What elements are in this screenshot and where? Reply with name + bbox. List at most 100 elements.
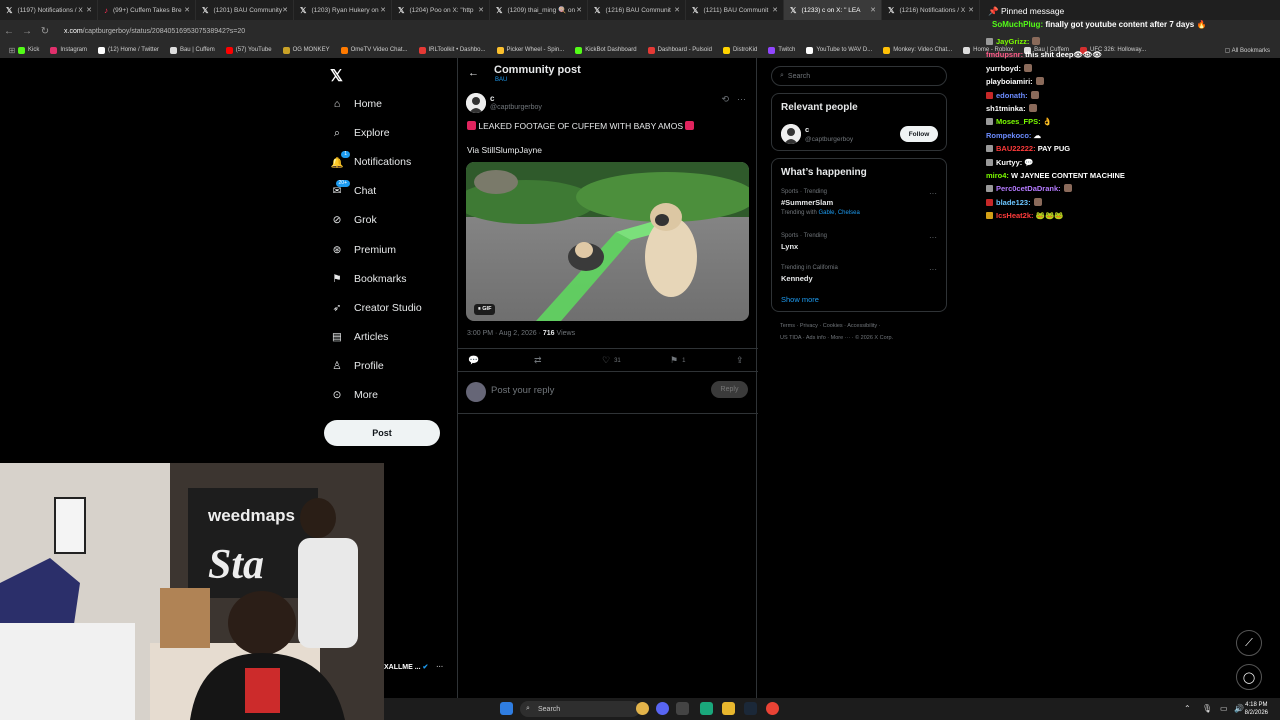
- trend-name[interactable]: #SummerSlam: [781, 198, 833, 207]
- obs-icon[interactable]: [676, 702, 689, 715]
- search-input[interactable]: ⌕ Search: [771, 66, 947, 86]
- post-button[interactable]: Post: [324, 420, 440, 446]
- close-tab-icon[interactable]: ✕: [674, 6, 680, 14]
- bookmark-item[interactable]: Twitch: [768, 46, 795, 54]
- app-green-icon[interactable]: [700, 702, 713, 715]
- discord-icon[interactable]: [656, 702, 669, 715]
- nav-item-explore[interactable]: ⌕ Explore: [330, 122, 390, 144]
- show-more-link[interactable]: Show more: [781, 295, 819, 304]
- browser-tab[interactable]: 𝕏 (1233) c on X: " LEA ✕: [784, 0, 882, 20]
- chat-username[interactable]: blade123:: [996, 198, 1031, 207]
- footer-links-2[interactable]: US TIDA · Ads info · More ··· · © 2026 X…: [780, 335, 893, 341]
- chat-username[interactable]: JayGrizz:: [996, 37, 1029, 46]
- steam-icon[interactable]: [744, 702, 757, 715]
- mic-icon[interactable]: 🎙: [1202, 704, 1212, 713]
- browser-tab[interactable]: 𝕏 (1201) BAU Community ✕: [196, 0, 294, 20]
- browser-tab[interactable]: 𝕏 (1211) BAU Communit ✕: [686, 0, 784, 20]
- nav-item-profile[interactable]: ♙ Profile: [330, 355, 383, 377]
- reply-input[interactable]: Post your reply: [491, 385, 554, 396]
- close-tab-icon[interactable]: ✕: [968, 6, 974, 14]
- footer-links[interactable]: Terms · Privacy · Cookies · Accessibilit…: [780, 323, 881, 329]
- chat-username[interactable]: yurrboyd:: [986, 64, 1021, 73]
- browser-tab[interactable]: 𝕏 (1203) Ryan Hukery on ✕: [294, 0, 392, 20]
- chrome-icon[interactable]: [636, 702, 649, 715]
- x-logo-icon[interactable]: 𝕏: [330, 66, 343, 86]
- reply-icon[interactable]: 💬: [468, 355, 479, 366]
- relevant-name[interactable]: c: [805, 125, 809, 134]
- reload-icon[interactable]: ↻: [36, 26, 54, 37]
- close-tab-icon[interactable]: ✕: [772, 6, 778, 14]
- close-tab-icon[interactable]: ✕: [576, 6, 582, 14]
- nav-item-home[interactable]: ⌂ Home: [330, 93, 382, 115]
- relevant-avatar[interactable]: [781, 124, 801, 144]
- close-tab-icon[interactable]: ✕: [184, 6, 190, 14]
- bookmark-item[interactable]: Monkey: Video Chat...: [883, 46, 952, 54]
- bookmark-item[interactable]: IRLToolkit • Dashbo...: [418, 46, 486, 54]
- share-icon[interactable]: ⇪: [736, 355, 744, 366]
- chat-username[interactable]: Moses_FPS:: [996, 117, 1041, 126]
- chat-username[interactable]: sh1tminka:: [986, 104, 1026, 113]
- trend-name[interactable]: Kennedy: [781, 274, 813, 283]
- browser-tab[interactable]: 𝕏 (1197) Notifications / X ✕: [0, 0, 98, 20]
- close-tab-icon[interactable]: ✕: [478, 6, 484, 14]
- taskbar-search[interactable]: ⌕ Search: [520, 701, 640, 717]
- network-icon[interactable]: ▭: [1220, 704, 1228, 713]
- bookmark-item[interactable]: Picker Wheel - Spin...: [496, 46, 564, 54]
- forward-icon[interactable]: →: [18, 26, 36, 37]
- bookmark-item[interactable]: Bau | Cuffem: [169, 46, 215, 54]
- chrome-active-icon[interactable]: [766, 702, 779, 715]
- chat-username[interactable]: edonath:: [996, 91, 1028, 100]
- messages-float-icon[interactable]: ◯: [1236, 664, 1262, 690]
- close-tab-icon[interactable]: ✕: [282, 6, 288, 14]
- trend-name[interactable]: Lynx: [781, 242, 798, 251]
- browser-tab[interactable]: 𝕏 (1216) Notifications / X ✕: [882, 0, 980, 20]
- follow-button[interactable]: Follow: [900, 126, 938, 142]
- bookmark-item[interactable]: KickBot Dashboard: [575, 46, 637, 54]
- browser-tab[interactable]: 𝕏 (1209) thai_ming 🍭 on ✕: [490, 0, 588, 20]
- community-link[interactable]: BAU: [495, 77, 507, 83]
- bookmark-item[interactable]: Instagram: [50, 46, 87, 54]
- nav-item-bookmarks[interactable]: ⚑ Bookmarks: [330, 268, 406, 290]
- browser-tab[interactable]: 𝕏 (1204) Poo on X: "http ✕: [392, 0, 490, 20]
- file-explorer-icon[interactable]: [722, 702, 735, 715]
- trend-more-icon[interactable]: ···: [929, 233, 937, 242]
- nav-item-grok[interactable]: ⊘ Grok: [330, 209, 377, 231]
- chat-username[interactable]: playboiamiri:: [986, 77, 1033, 86]
- repost-icon[interactable]: ⇄: [534, 355, 542, 366]
- bookmark-item[interactable]: Dashboard - Pulsoid: [647, 46, 712, 54]
- back-icon[interactable]: ←: [0, 26, 18, 37]
- chat-username[interactable]: fmdupsnr:: [986, 50, 1023, 59]
- more-dots-icon[interactable]: ···: [436, 664, 443, 671]
- back-arrow-icon[interactable]: ←: [468, 67, 479, 79]
- chat-username[interactable]: miro4:: [986, 171, 1009, 180]
- author-avatar[interactable]: [466, 93, 486, 113]
- nav-item-articles[interactable]: ▤ Articles: [330, 326, 388, 348]
- bookmark-item[interactable]: OG MONKEY: [282, 46, 330, 54]
- bookmark-item[interactable]: OmeTV Video Chat...: [340, 46, 408, 54]
- browser-tab[interactable]: 𝕏 (1216) BAU Communit ✕: [588, 0, 686, 20]
- grok-float-icon[interactable]: ⟋: [1236, 630, 1262, 656]
- windows-start-icon[interactable]: [500, 702, 513, 715]
- chat-username[interactable]: Kurtyy:: [996, 158, 1022, 167]
- relevant-handle[interactable]: @captburgerboy: [805, 136, 853, 143]
- nav-item-creator-studio[interactable]: ➶ Creator Studio: [330, 297, 422, 319]
- close-tab-icon[interactable]: ✕: [870, 6, 876, 14]
- bookmark-item[interactable]: (12) Home / Twitter: [98, 46, 159, 54]
- trend-related-link[interactable]: Gable, Chelsea: [818, 210, 859, 216]
- trend-more-icon[interactable]: ···: [929, 189, 937, 198]
- post-gif[interactable]: ⏸ GIF: [466, 162, 749, 321]
- nav-item-notifications[interactable]: 🔔 1 Notifications: [330, 151, 411, 173]
- bookmark-item[interactable]: Kick: [18, 46, 39, 54]
- trend-more-icon[interactable]: ···: [929, 265, 937, 274]
- volume-icon[interactable]: 🔊: [1234, 704, 1244, 713]
- bookmark-item[interactable]: DistroKid: [722, 46, 757, 54]
- reply-button[interactable]: Reply: [711, 381, 748, 398]
- chat-username[interactable]: Perc0cetDaDrank:: [996, 184, 1061, 193]
- bookmark-button[interactable]: ⚑ 1: [670, 355, 685, 366]
- more-options-icon[interactable]: ···: [737, 94, 746, 105]
- nav-item-more[interactable]: ⊙ More: [330, 384, 378, 406]
- apps-grid-icon[interactable]: ⊞: [6, 46, 18, 55]
- chat-username[interactable]: BAU22222:: [996, 144, 1036, 153]
- like-button[interactable]: ♡ 31: [602, 355, 621, 366]
- nav-item-chat[interactable]: ✉ 20+ Chat: [330, 180, 376, 202]
